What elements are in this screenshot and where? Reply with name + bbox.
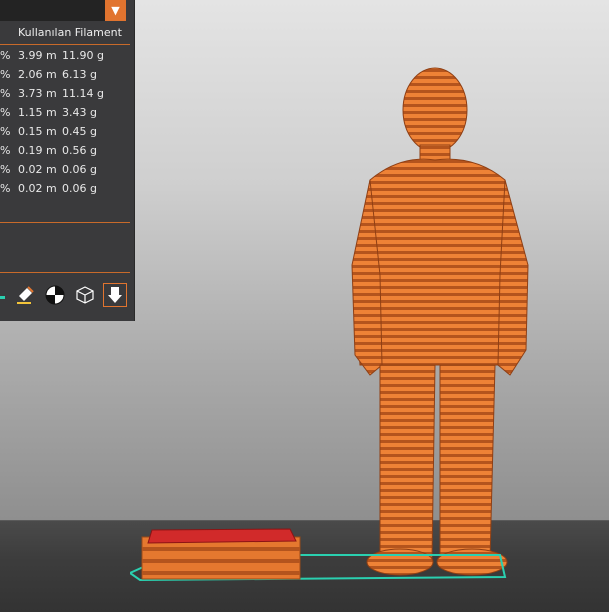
chevron-down-icon[interactable]: ▼: [105, 0, 126, 21]
list-item: % 0.19 m 0.56 g: [0, 144, 97, 157]
wireframe-cube-icon[interactable]: [73, 283, 97, 307]
list-item: % 2.06 m 6.13 g: [0, 68, 97, 81]
filament-legend-panel: ▼ Kullanılan Filament % 3.99 m 11.90 g % 2.…: [0, 0, 135, 321]
view-toolbar: [0, 283, 134, 309]
list-item: % 0.02 m 0.06 g: [0, 182, 97, 195]
list-item: % 3.73 m 11.14 g: [0, 87, 104, 100]
seam-icon[interactable]: [43, 283, 67, 307]
list-item: % 0.02 m 0.06 g: [0, 163, 97, 176]
color-scheme-select[interactable]: [0, 0, 105, 21]
divider: [0, 272, 130, 273]
nameplate-model[interactable]: [130, 525, 510, 585]
export-icon[interactable]: [103, 283, 127, 307]
divider: [0, 222, 130, 223]
divider: [0, 44, 130, 45]
list-item: % 3.99 m 11.90 g: [0, 49, 104, 62]
paint-brush-icon[interactable]: [13, 283, 37, 307]
sliced-figure-model[interactable]: [340, 65, 540, 580]
filament-usage-list: % 3.99 m 11.90 g % 2.06 m 6.13 g % 3.73 m 11.1…: [0, 47, 130, 199]
partial-icon: [0, 283, 6, 307]
list-item: % 1.15 m 3.43 g: [0, 106, 97, 119]
list-item: % 0.15 m 0.45 g: [0, 125, 97, 138]
used-filament-header: Kullanılan Filament: [18, 26, 122, 39]
